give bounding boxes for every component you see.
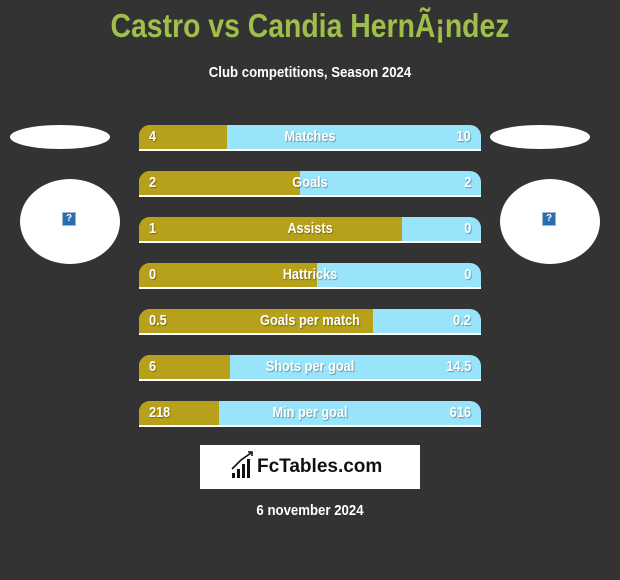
left-player-avatar: ? [20, 179, 120, 264]
stat-label: Min per goal [272, 404, 348, 421]
right-value: 0.2 [453, 312, 471, 329]
date-label: 6 november 2024 [256, 502, 364, 519]
right-value: 0 [463, 266, 471, 283]
stat-row-assists: 1 Assists 0 [139, 217, 481, 243]
right-player-avatar: ? [500, 179, 600, 264]
left-value: 4 [149, 128, 157, 145]
stat-label: Hattricks [282, 266, 338, 283]
logo-text: FcTables.com [257, 456, 383, 477]
right-value: 616 [449, 404, 471, 421]
right-value: 2 [463, 174, 471, 191]
left-value: 0 [149, 266, 157, 283]
stat-row-min-per-goal: 218 Min per goal 616 [139, 401, 481, 427]
bar-chart-trend-icon [231, 451, 253, 478]
right-value: 10 [456, 128, 471, 145]
stat-row-goals: 2 Goals 2 [139, 171, 481, 197]
right-value: 0 [463, 220, 471, 237]
left-value: 2 [149, 174, 157, 191]
left-value: 6 [149, 358, 157, 375]
stat-label: Goals per match [260, 312, 360, 329]
missing-image-icon: ? [62, 212, 76, 226]
stat-label: Goals [292, 174, 328, 191]
stat-row-matches: 4 Matches 10 [139, 125, 481, 151]
stat-row-shots-per-goal: 6 Shots per goal 14.5 [139, 355, 481, 381]
right-value: 14.5 [446, 358, 471, 375]
right-player-name-oval [490, 125, 590, 149]
missing-image-icon: ? [542, 212, 556, 226]
page-title: Castro vs Candia HernÃ¡ndez [110, 7, 510, 44]
stat-label: Shots per goal [265, 358, 355, 375]
stat-label: Assists [287, 220, 333, 237]
fctables-logo[interactable]: FcTables.com [200, 445, 420, 489]
left-player-name-oval [10, 125, 110, 149]
page-subtitle: Club competitions, Season 2024 [208, 64, 412, 81]
stat-row-goals-per-match: 0.5 Goals per match 0.2 [139, 309, 481, 335]
stat-row-hattricks: 0 Hattricks 0 [139, 263, 481, 289]
left-value: 1 [149, 220, 157, 237]
stat-label: Matches [284, 128, 336, 145]
